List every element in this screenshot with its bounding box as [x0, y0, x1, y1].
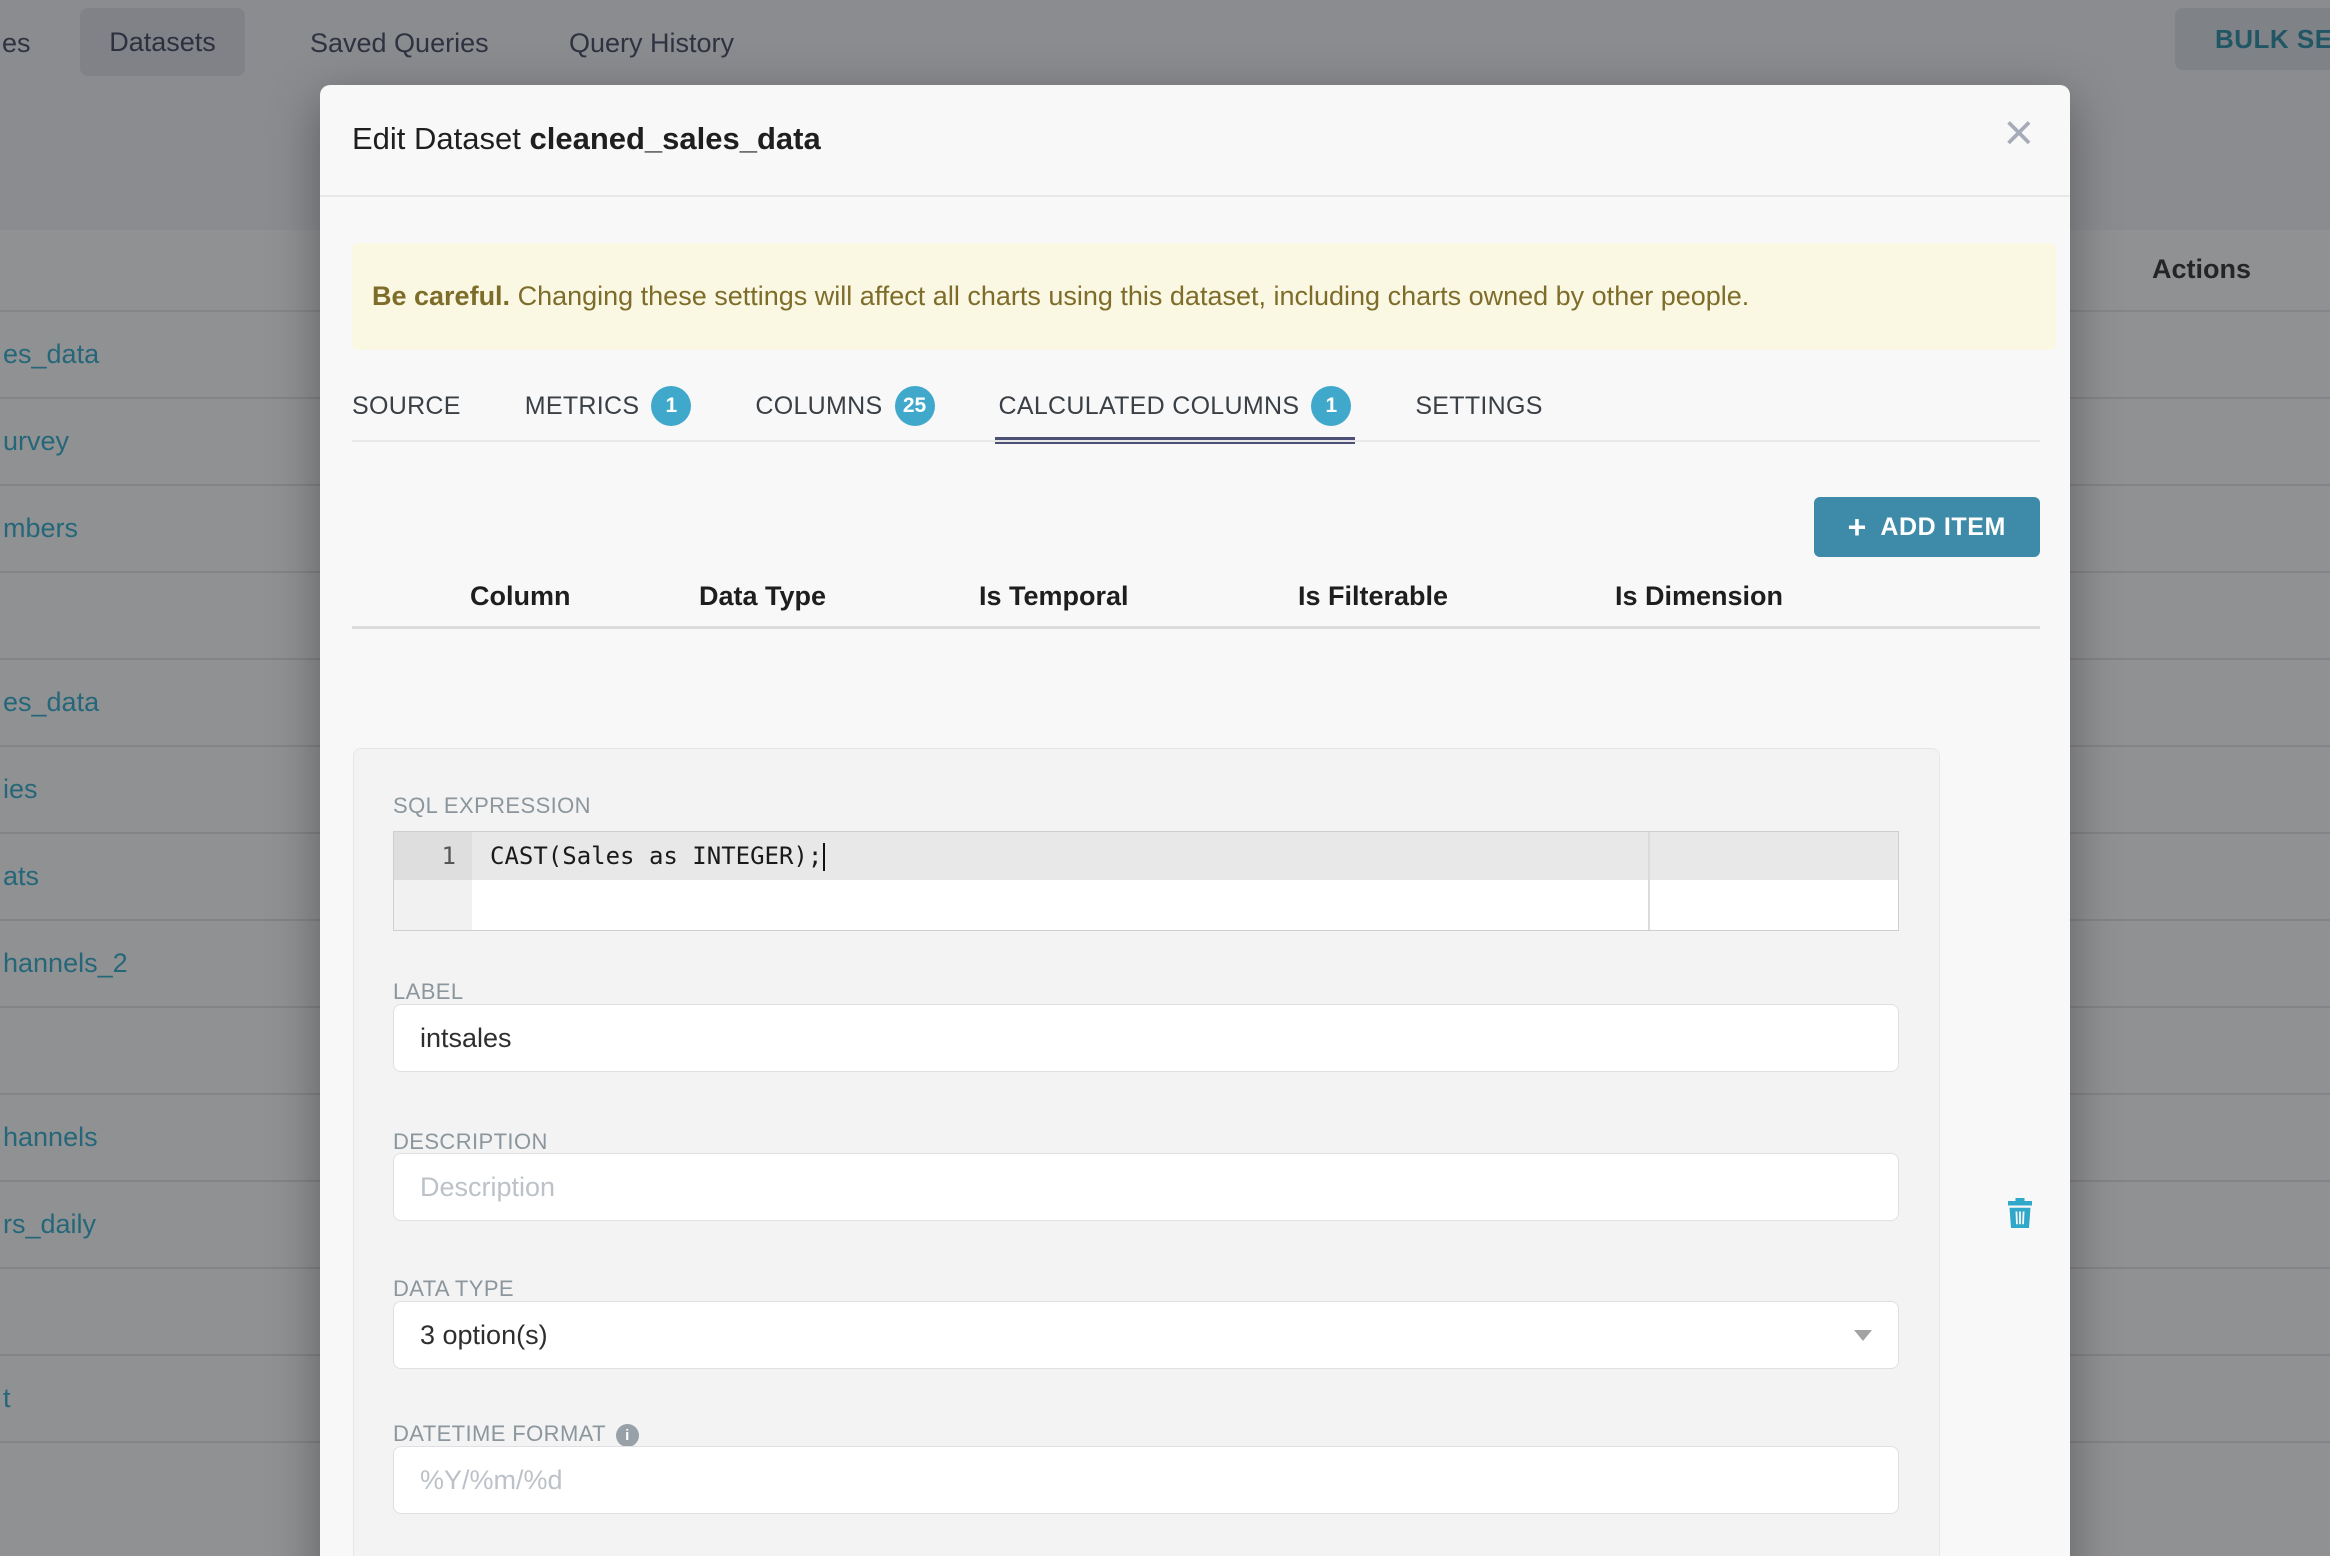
warning-rest: Changing these settings will affect all …: [510, 281, 1750, 311]
delete-trash-icon[interactable]: [2002, 1195, 2038, 1231]
close-icon[interactable]: ×: [2004, 107, 2034, 159]
header-is-dimension: Is Dimension: [1615, 581, 1784, 611]
sql-code-editor[interactable]: 1 CAST(Sales as INTEGER);: [393, 831, 1899, 931]
header-column: Column: [470, 581, 571, 611]
column-detail-panel: SQL EXPRESSION 1 CAST(Sales as INTEGER);…: [353, 748, 1940, 1556]
screen: es Datasets Saved Queries Query History …: [0, 0, 2330, 1556]
modal-title-dataset-name: cleaned_sales_data: [529, 121, 821, 156]
header-data-type: Data Type: [699, 581, 827, 611]
calculated-column-row: intsales ✓ ✓: [320, 629, 2070, 1229]
data-type-select[interactable]: 3 option(s): [393, 1301, 1899, 1369]
tab-settings[interactable]: SETTINGS: [1415, 370, 1542, 442]
sql-expression-label: SQL EXPRESSION: [393, 793, 591, 818]
data-type-label: DATA TYPE: [393, 1276, 514, 1301]
info-icon[interactable]: i: [615, 1423, 639, 1447]
add-item-button[interactable]: + ADD ITEM: [1813, 497, 2040, 557]
datetime-format-label: DATETIME FORMAT i: [393, 1421, 639, 1447]
header-is-temporal: Is Temporal: [979, 581, 1129, 611]
modal-title: Edit Dataset cleaned_sales_data: [352, 121, 821, 157]
label-label: LABEL: [393, 979, 464, 1004]
description-input[interactable]: [393, 1153, 1899, 1221]
tab-columns[interactable]: COLUMNS 25: [755, 370, 935, 442]
metrics-count-badge: 1: [651, 386, 692, 426]
tab-metrics[interactable]: METRICS 1: [525, 370, 692, 442]
text-cursor: [823, 843, 826, 871]
warning-banner: Be careful. Changing these settings will…: [352, 243, 2056, 350]
editor-gutter: [394, 880, 472, 930]
tab-calculated-columns[interactable]: CALCULATED COLUMNS 1: [994, 370, 1356, 444]
tabs-divider: [352, 440, 2040, 442]
tab-source[interactable]: SOURCE: [352, 370, 461, 442]
modal-tabs: SOURCE METRICS 1 COLUMNS 25 CALCULATED C…: [352, 370, 1543, 444]
header-is-filterable: Is Filterable: [1298, 581, 1449, 611]
select-caret-icon: [1854, 1329, 1872, 1341]
calculated-columns-headers: Column Data Type Is Temporal Is Filterab…: [320, 581, 2070, 613]
editor-line-number: 1: [394, 832, 472, 880]
modal-header: Edit Dataset cleaned_sales_data ×: [320, 85, 2070, 197]
sql-code-line: CAST(Sales as INTEGER);: [490, 842, 826, 871]
columns-count-badge: 25: [894, 386, 935, 426]
edit-dataset-modal: Edit Dataset cleaned_sales_data × Be car…: [320, 85, 2070, 1556]
modal-title-prefix: Edit Dataset: [352, 121, 530, 156]
plus-icon: +: [1847, 509, 1867, 545]
datetime-format-input[interactable]: [393, 1446, 1899, 1514]
warning-text: Be careful. Changing these settings will…: [372, 281, 1749, 312]
calculated-columns-count-badge: 1: [1311, 386, 1352, 426]
description-label: DESCRIPTION: [393, 1129, 548, 1154]
editor-print-margin: [1648, 832, 1650, 930]
label-input[interactable]: [393, 1004, 1899, 1072]
warning-bold: Be careful.: [372, 281, 511, 311]
